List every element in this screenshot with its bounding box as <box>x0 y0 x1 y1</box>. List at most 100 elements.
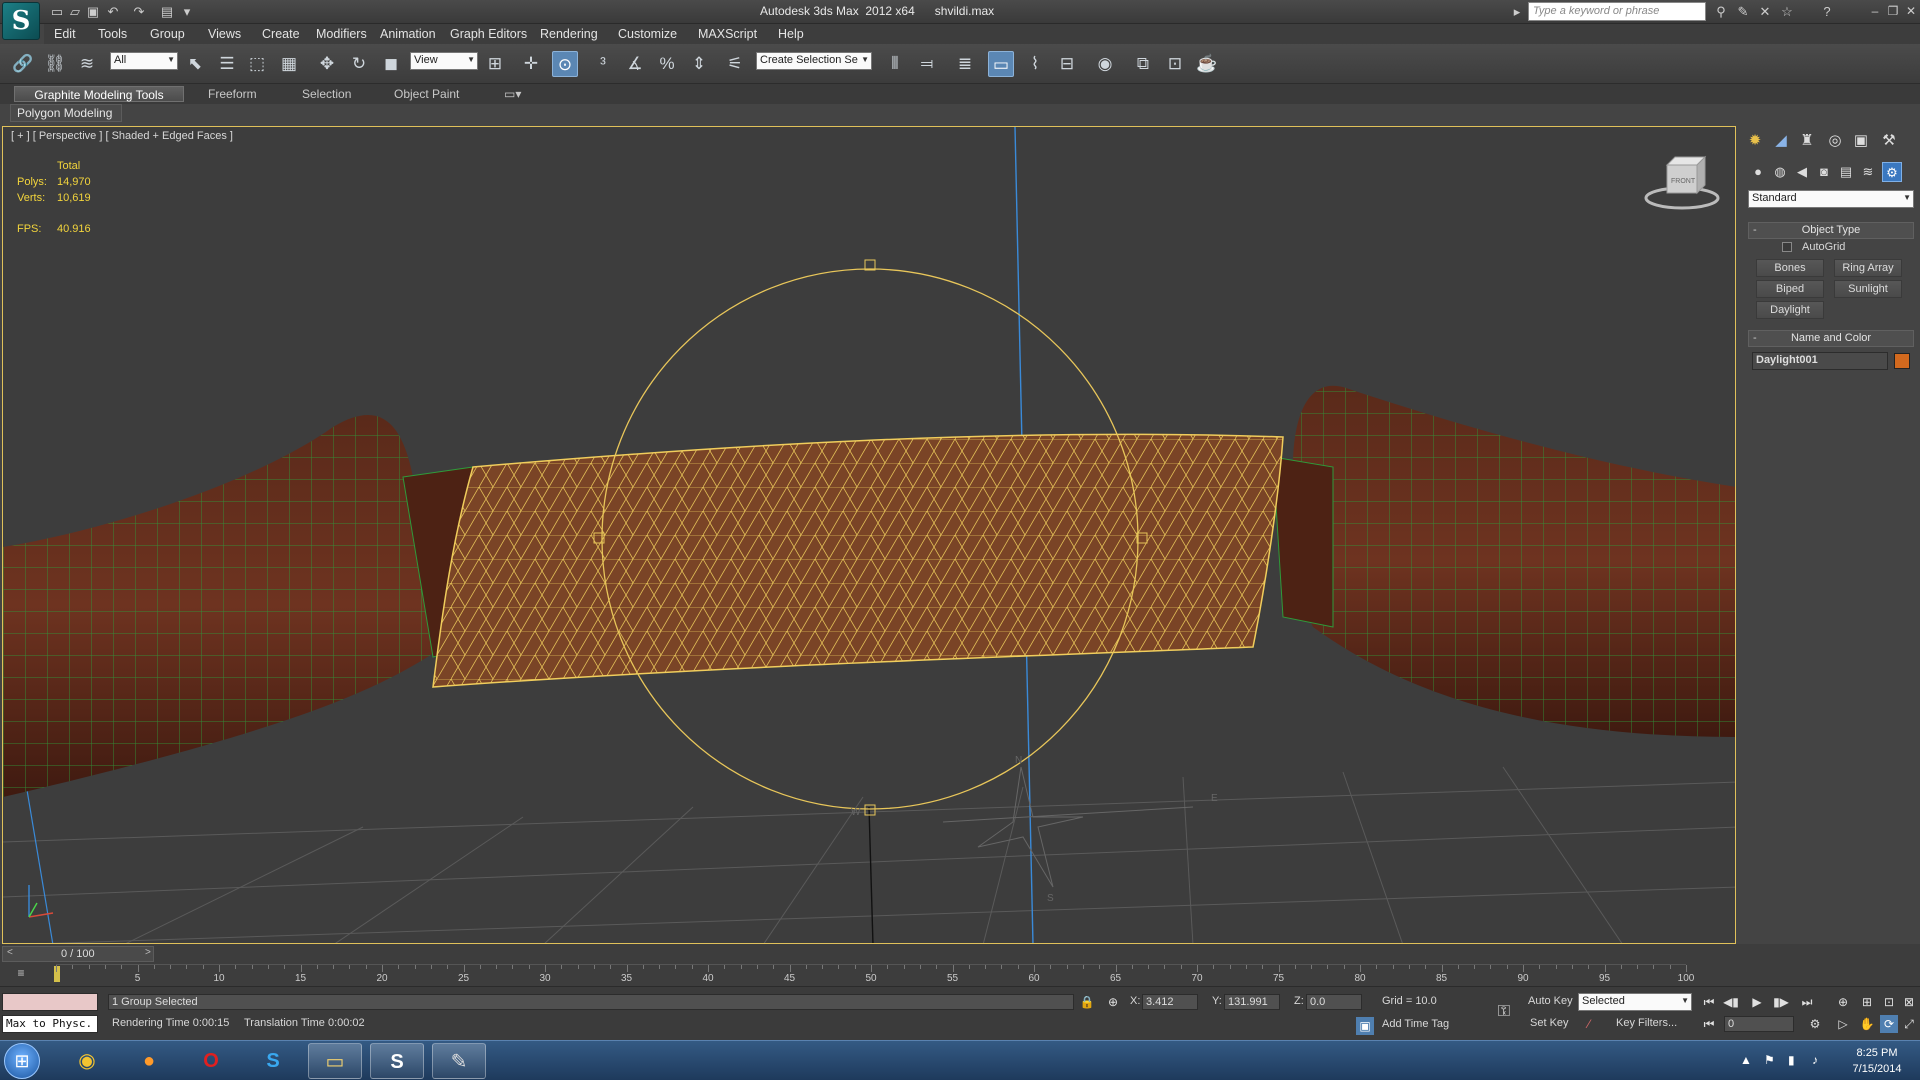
tab-graphite-modeling-tools[interactable]: Graphite Modeling Tools <box>14 86 184 102</box>
object-name-input[interactable]: Daylight001 <box>1752 352 1888 370</box>
explorer-taskbar-icon[interactable]: ▭ <box>308 1043 362 1079</box>
utilities-tab-icon[interactable]: ⚒ <box>1878 130 1900 152</box>
zoom-extents-icon[interactable]: ⊡ <box>1880 993 1898 1011</box>
time-tag-icon[interactable]: ▣ <box>1356 1017 1374 1035</box>
autogrid-checkbox[interactable] <box>1782 242 1792 252</box>
favorites-star-icon[interactable]: ☆ <box>1778 3 1796 21</box>
search-expand-icon[interactable]: ▸ <box>1508 3 1526 21</box>
menu-graph-editors[interactable]: Graph Editors <box>450 27 527 41</box>
spinner-snap-icon[interactable]: ⇕ <box>686 51 712 77</box>
firefox-taskbar-icon[interactable]: ● <box>122 1043 176 1079</box>
menu-modifiers[interactable]: Modifiers <box>316 27 367 41</box>
previous-frame-icon[interactable]: ◀▮ <box>1722 993 1740 1011</box>
current-frame-input[interactable]: 0 <box>1724 1016 1794 1032</box>
pan-view-icon[interactable]: ✋ <box>1858 1015 1876 1033</box>
menu-animation[interactable]: Animation <box>380 27 436 41</box>
viewport-label[interactable]: [ + ] [ Perspective ] [ Shaded + Edged F… <box>11 130 233 142</box>
ring-array-button[interactable]: Ring Array <box>1834 259 1902 277</box>
new-file-icon[interactable]: ▭ <box>48 3 66 21</box>
y-coordinate-input[interactable]: 131.991 <box>1224 994 1280 1010</box>
go-to-start-icon[interactable]: ⏮ <box>1700 993 1718 1011</box>
layer-manager-icon[interactable]: ≣ <box>952 51 978 77</box>
minimize-icon[interactable]: – <box>1866 2 1884 20</box>
time-slider-next-icon[interactable]: > <box>145 947 151 958</box>
menu-help[interactable]: Help <box>778 27 804 41</box>
time-slider[interactable]: < 0 / 100 > <box>2 946 154 962</box>
sunlight-button[interactable]: Sunlight <box>1834 280 1902 298</box>
time-configuration-icon[interactable]: ⚙ <box>1806 1015 1824 1033</box>
menu-edit[interactable]: Edit <box>54 27 76 41</box>
space-warps-icon[interactable]: ≋ <box>1858 162 1878 182</box>
undo-icon[interactable]: ↶ <box>104 3 122 21</box>
menu-create[interactable]: Create <box>262 27 300 41</box>
scale-icon[interactable]: ◼ <box>378 51 404 77</box>
percent-snap-icon[interactable]: % <box>654 51 680 77</box>
zoom-all-icon[interactable]: ⊞ <box>1858 993 1876 1011</box>
subscription-icon[interactable]: ✎ <box>1734 3 1752 21</box>
menu-maxscript[interactable]: MAXScript <box>698 27 757 41</box>
ribbon-options-icon[interactable]: ▭▾ <box>496 86 529 102</box>
perspective-viewport[interactable]: N W E S FRONT [ + ] [ Perspective ] [ Sh… <box>2 126 1736 944</box>
select-object-icon[interactable]: ⬉ <box>182 51 208 77</box>
motion-tab-icon[interactable]: ◎ <box>1824 130 1846 152</box>
window-crossing-icon[interactable]: ▦ <box>276 51 302 77</box>
link-icon[interactable]: 🔗 <box>10 51 36 77</box>
volume-icon[interactable]: ♪ <box>1812 1053 1818 1067</box>
tab-object-paint[interactable]: Object Paint <box>386 86 467 102</box>
mirror-icon[interactable]: ⫴ <box>882 51 908 77</box>
tab-selection[interactable]: Selection <box>294 86 359 102</box>
modify-tab-icon[interactable]: ◢ <box>1770 130 1792 152</box>
lights-icon[interactable]: ◀ <box>1792 162 1812 182</box>
curve-editor-icon[interactable]: ⌇ <box>1022 51 1048 77</box>
help-icon[interactable]: ? <box>1818 3 1836 21</box>
go-to-end-icon[interactable]: ⏭ <box>1798 993 1816 1011</box>
object-type-rollout[interactable]: - Object Type <box>1748 222 1914 239</box>
key-mode-toggle-icon[interactable]: ⏮ <box>1700 1015 1718 1033</box>
auto-key-button[interactable]: Auto Key <box>1528 995 1573 1007</box>
helpers-icon[interactable]: ▤ <box>1836 162 1856 182</box>
display-tab-icon[interactable]: ▣ <box>1850 130 1872 152</box>
rectangular-selection-icon[interactable]: ⬚ <box>244 51 270 77</box>
z-coordinate-input[interactable]: 0.0 <box>1306 994 1362 1010</box>
cameras-icon[interactable]: ◙ <box>1814 162 1834 182</box>
bones-button[interactable]: Bones <box>1756 259 1824 277</box>
menu-rendering[interactable]: Rendering <box>540 27 598 41</box>
move-icon[interactable]: ✥ <box>314 51 340 77</box>
close-icon[interactable]: ✕ <box>1902 2 1920 20</box>
quick-access-dropdown-icon[interactable]: ▾ <box>178 3 196 21</box>
save-file-icon[interactable]: ▣ <box>84 3 102 21</box>
name-and-color-rollout[interactable]: - Name and Color <box>1748 330 1914 347</box>
pivot-center-icon[interactable]: ⊞ <box>482 51 508 77</box>
set-key-button[interactable]: Set Key <box>1530 1017 1569 1029</box>
paint-taskbar-icon[interactable]: ✎ <box>432 1043 486 1079</box>
3dsmax-taskbar-icon[interactable]: S <box>370 1043 424 1079</box>
daylight-button[interactable]: Daylight <box>1756 301 1824 319</box>
material-editor-icon[interactable]: ◉ <box>1092 51 1118 77</box>
field-of-view-icon[interactable]: ▷ <box>1834 1015 1852 1033</box>
systems-icon[interactable]: ⚙ <box>1882 162 1902 182</box>
chrome-taskbar-icon[interactable]: ◉ <box>60 1043 114 1079</box>
selection-lock-icon[interactable]: 🔒 <box>1078 993 1096 1011</box>
rendered-frame-window-icon[interactable]: ⊡ <box>1162 51 1188 77</box>
bind-space-warp-icon[interactable]: ≋ <box>74 51 100 77</box>
ribbon-panel-polygon-modeling[interactable]: Polygon Modeling <box>10 104 122 122</box>
menu-group[interactable]: Group <box>150 27 185 41</box>
key-filters-button[interactable]: Key Filters... <box>1616 1017 1677 1029</box>
selection-filter-dropdown[interactable]: All <box>110 52 178 70</box>
geometry-icon[interactable]: ● <box>1748 162 1768 182</box>
keyboard-shortcut-override-icon[interactable]: ⊙ <box>552 51 578 77</box>
biped-button[interactable]: Biped <box>1756 280 1824 298</box>
tray-expand-icon[interactable]: ▲ <box>1740 1053 1752 1067</box>
align-icon[interactable]: ⫤ <box>914 51 940 77</box>
network-icon[interactable]: ▮ <box>1788 1053 1795 1067</box>
rotate-icon[interactable]: ↻ <box>346 51 372 77</box>
application-button[interactable]: S <box>2 2 40 40</box>
select-by-name-icon[interactable]: ☰ <box>214 51 240 77</box>
graphite-modeling-toggle-icon[interactable]: ▭ <box>988 51 1014 77</box>
shapes-icon[interactable]: ◍ <box>1770 162 1790 182</box>
unlink-icon[interactable]: ⛓ <box>42 51 68 77</box>
skype-taskbar-icon[interactable]: S <box>246 1043 300 1079</box>
start-button-icon[interactable]: ⊞ <box>4 1043 40 1079</box>
communication-center-icon[interactable]: ✕ <box>1756 3 1774 21</box>
named-selection-dropdown[interactable]: Create Selection Se <box>756 52 872 70</box>
